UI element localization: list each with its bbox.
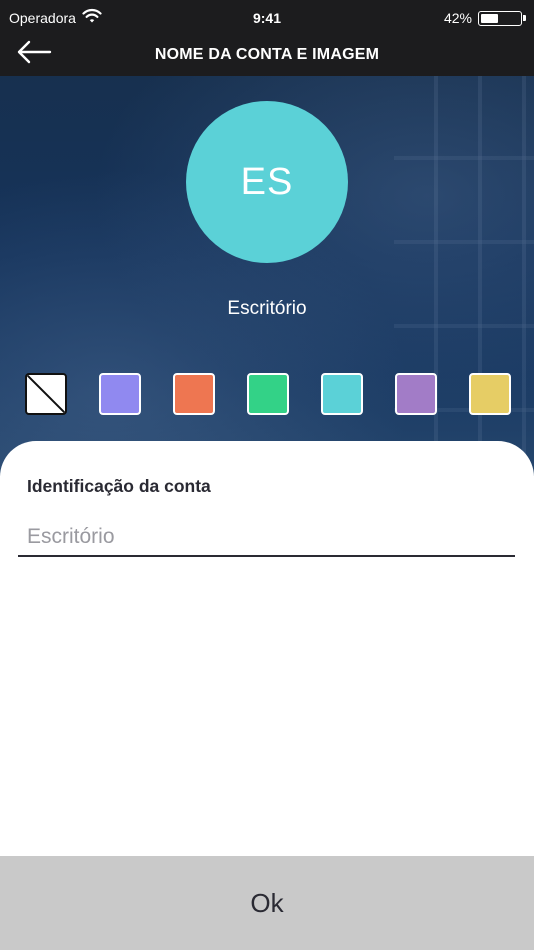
form-sheet: Identificação da conta (0, 441, 534, 856)
account-identification-label: Identificação da conta (27, 476, 211, 496)
color-swatch-purple[interactable] (395, 373, 437, 415)
account-name-screen: Operadora 9:41 42% NOME DA CONTA E IMAGE… (0, 0, 534, 950)
color-swatch-yellow[interactable] (469, 373, 511, 415)
color-swatch-none[interactable] (25, 373, 67, 415)
battery-icon (478, 11, 526, 26)
ok-button[interactable]: Ok (0, 856, 534, 950)
hero-background: ES Escritório (0, 76, 534, 476)
nav-bar: NOME DA CONTA E IMAGEM (0, 36, 534, 76)
avatar[interactable]: ES (186, 101, 348, 263)
background-decoration (394, 76, 534, 476)
page-title: NOME DA CONTA E IMAGEM (154, 46, 380, 63)
account-name-input[interactable] (18, 519, 515, 557)
color-swatch-coral[interactable] (173, 373, 215, 415)
status-bar: Operadora 9:41 42% (0, 0, 534, 36)
color-swatch-periwinkle[interactable] (99, 373, 141, 415)
color-picker (0, 373, 534, 415)
battery-level (481, 14, 498, 23)
account-name: Escritório (227, 298, 307, 319)
color-swatch-turquoise[interactable] (321, 373, 363, 415)
battery-percent: 42% (443, 10, 472, 26)
color-swatch-green[interactable] (247, 373, 289, 415)
avatar-initials: ES (240, 160, 294, 203)
no-color-icon (27, 375, 65, 413)
